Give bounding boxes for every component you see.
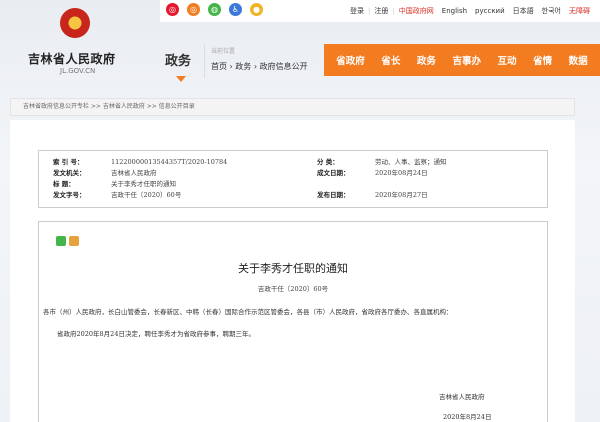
- mascot-icon[interactable]: ●: [250, 3, 263, 16]
- title-label: 标 题：: [53, 180, 75, 188]
- nav-item-province-info[interactable]: 省情: [533, 53, 552, 67]
- published-date-label: 发布日期：: [317, 191, 350, 199]
- doc-number-label: 发文字号：: [53, 191, 86, 199]
- category-label: 分 类：: [317, 158, 339, 166]
- index-label: 索 引 号：: [53, 158, 84, 166]
- social-links: ◎ ◎ ◍ ♿ ●: [166, 3, 263, 16]
- published-date-value: 2020年08月27日: [375, 191, 428, 199]
- weibo-alt-icon[interactable]: ◎: [187, 3, 200, 16]
- site-domain: JL.GOV.CN: [60, 67, 96, 75]
- russian-link[interactable]: русский: [471, 7, 509, 15]
- gov-cn-link[interactable]: 中国政府网: [395, 6, 438, 16]
- document-body-text: 省政府2020年8月24日决定，聘任李秀才为省政府参事，聘期三年。: [57, 330, 255, 338]
- issuer-label: 发文机关：: [53, 169, 86, 177]
- nav-item-governor[interactable]: 省长: [381, 53, 400, 67]
- document-title: 关于李秀才任职的通知: [238, 262, 348, 275]
- channel-title: 政务: [165, 54, 192, 69]
- weibo-share-icon[interactable]: [69, 236, 79, 246]
- doc-number-value: 吉政干任〔2020〕60号: [111, 191, 182, 199]
- national-emblem-icon: [60, 8, 90, 38]
- nav-item-services[interactable]: 吉事办: [452, 53, 481, 67]
- index-value: 11220000013544357T/2020-10784: [111, 158, 228, 166]
- document-recipients: 各市（州）人民政府，长白山管委会，长春新区、中韩（长春）国际合作示范区管委会，各…: [43, 308, 453, 316]
- issuer-value: 吉林省人民政府: [111, 169, 157, 177]
- top-links: 登录 | 注册 | 中国政府网 English русский 日本語 한국어 无障…: [346, 6, 594, 16]
- created-date-value: 2020年08月24日: [375, 169, 428, 177]
- top-bar: ◎ ◎ ◍ ♿ ● 登录 | 注册 | 中国政府网 English русский …: [160, 0, 600, 22]
- document-number: 吉政干任〔2020〕60号: [257, 285, 329, 293]
- main-nav: 省政府 省长 政务 吉事办 互动 省情 数据: [324, 44, 600, 76]
- breadcrumb[interactable]: 首页 › 政务 › 政府信息公开: [211, 61, 308, 72]
- path-breadcrumb[interactable]: 吉林省政府信息公开专栏 >> 吉林省人民政府 >> 信息公开目录: [10, 98, 575, 116]
- channel-arrow-icon: [176, 76, 186, 82]
- nav-item-interaction[interactable]: 互动: [498, 53, 517, 67]
- english-link[interactable]: English: [438, 7, 471, 15]
- korean-link[interactable]: 한국어: [538, 6, 565, 16]
- location-label: 当前位置: [211, 48, 236, 55]
- site-name: 吉林省人民政府: [28, 52, 116, 66]
- wechat-share-icon[interactable]: [56, 236, 66, 246]
- category-value: 劳动、人事、监察；通知: [375, 158, 447, 166]
- accessibility-link[interactable]: 无障碍: [565, 6, 594, 16]
- japanese-link[interactable]: 日本語: [509, 6, 538, 16]
- document-date: 2020年8月24日: [443, 413, 492, 421]
- register-link[interactable]: 注册: [370, 6, 392, 16]
- divider: [204, 44, 205, 78]
- document-signature: 吉林省人民政府: [439, 393, 485, 401]
- nav-item-data[interactable]: 数据: [569, 53, 588, 67]
- nav-item-affairs[interactable]: 政务: [417, 53, 436, 67]
- document-body: 关于李秀才任职的通知 吉政干任〔2020〕60号 各市（州）人民政府，长白山管委…: [38, 221, 548, 422]
- weibo-icon[interactable]: ◎: [166, 3, 179, 16]
- created-date-label: 成文日期：: [317, 169, 350, 177]
- wechat-icon[interactable]: ◍: [208, 3, 221, 16]
- login-link[interactable]: 登录: [346, 6, 368, 16]
- accessibility-icon[interactable]: ♿: [229, 3, 242, 16]
- document-info-table: 索 引 号： 11220000013544357T/2020-10784 分 类…: [38, 150, 548, 208]
- site-logo[interactable]: 吉林省人民政府 JL.GOV.CN: [0, 0, 160, 90]
- title-value: 关于李秀才任职的通知: [111, 180, 176, 188]
- nav-item-provincial-gov[interactable]: 省政府: [336, 53, 365, 67]
